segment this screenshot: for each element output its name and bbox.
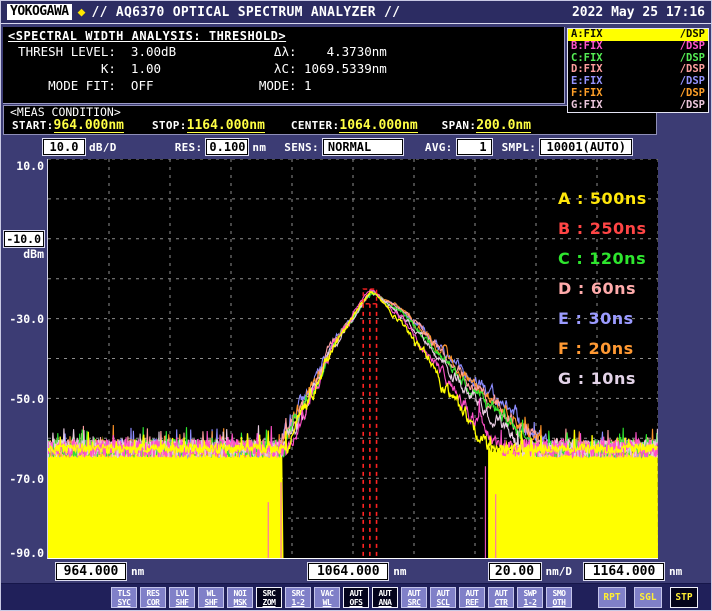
meas-condition-panel: <MEAS CONDITION> START: 964.000nm STOP: … [3, 105, 657, 135]
ref-level-box[interactable]: -10.0 [4, 231, 44, 247]
yokogawa-logo: YOKOGAWA [7, 4, 72, 20]
x-stop-value[interactable]: 1164.000 nm [584, 563, 682, 580]
center-wavelength[interactable]: CENTER: 1064.000nm [291, 119, 418, 133]
legend-item-c: C : 120ns [558, 249, 646, 268]
softkey-lvl-shf[interactable]: LVLSHF [169, 587, 195, 608]
softkey-aut-ctr[interactable]: AUTCTR [488, 587, 514, 608]
yokogawa-diamond-icon: ◆ [78, 6, 86, 19]
level-scale-setting[interactable]: 10.0 dB/D [43, 139, 117, 155]
start-wavelength[interactable]: START: 964.000nm [12, 119, 124, 133]
trace-status-table: A:FIX/DSPB:FIX/DSPC:FIX/DSPD:FIX/DSPE:FI… [567, 28, 709, 113]
softkey-aut-ofs[interactable]: AUTOFS [343, 587, 369, 608]
average-setting[interactable]: AVG: 1 [425, 139, 492, 155]
trace-row-g[interactable]: G:FIX/DSP [568, 100, 708, 112]
trace-dsp-mode: /DSP [680, 41, 705, 53]
softkey-toolbar: TLSSYCRESCORLVLSHFWLSHFNOIMSKSRCZOMSRC1-… [1, 583, 712, 610]
sampling-setting[interactable]: SMPL: 10001(AUTO) [502, 139, 633, 155]
y-axis-unit: dBm [1, 247, 44, 261]
trace-label: G:FIX [571, 100, 603, 112]
stop-wavelength[interactable]: STOP: 1164.000nm [152, 119, 265, 133]
sweep-sgl-button[interactable]: SGL [634, 587, 662, 608]
trace-dsp-mode: /DSP [680, 100, 705, 112]
legend-item-d: D : 60ns [558, 279, 636, 298]
softkey-src-zom[interactable]: SRCZOM [256, 587, 282, 608]
title-bar: YOKOGAWA ◆ // AQ6370 OPTICAL SPECTRUM AN… [1, 1, 711, 24]
trace-label: F:FIX [571, 88, 603, 100]
trace-dsp-mode: /DSP [680, 88, 705, 100]
y-axis-label: -90.0 [1, 546, 44, 560]
trace-row-b[interactable]: B:FIX/DSP [568, 41, 708, 53]
page-title: // AQ6370 OPTICAL SPECTRUM ANALYZER // [91, 5, 400, 20]
softkey-vac-wl[interactable]: VACWL [314, 587, 340, 608]
osa-screen: YOKOGAWA ◆ // AQ6370 OPTICAL SPECTRUM AN… [0, 0, 712, 611]
y-axis-label: 10.0 [1, 159, 44, 173]
y-axis-label: -50.0 [1, 392, 44, 406]
legend-item-b: B : 250ns [558, 219, 647, 238]
softkey-aut-ref[interactable]: AUTREF [459, 587, 485, 608]
x-center-value[interactable]: 1064.000 nm [308, 563, 406, 580]
display-settings-bar: 10.0 dB/D RES: 0.100 nm SENS: NORMAL AVG… [1, 135, 712, 159]
x-start-value[interactable]: 964.000 nm [56, 563, 144, 580]
softkey-aut-src[interactable]: AUTSRC [401, 587, 427, 608]
span-setting[interactable]: SPAN: 200.0nm [442, 119, 531, 133]
spectrum-graph-area: 10.0 -10.0 dBm -30.0 -50.0 -70.0 -90.0 R… [1, 159, 712, 559]
softkey-smo-oth[interactable]: SMOOTH [546, 587, 572, 608]
y-axis-label: -30.0 [1, 312, 44, 326]
x-scale-value[interactable]: 20.00 nm/D [489, 563, 573, 580]
legend-item-f: F : 20ns [558, 339, 634, 358]
analysis-row: THRESH LEVEL: 3.00dB Δλ: 4.3730nm [3, 43, 564, 60]
trace-row-f[interactable]: F:FIX/DSP [568, 88, 708, 100]
datetime-display: 2022 May 25 17:16 [572, 5, 705, 20]
legend-item-e: E : 30ns [558, 309, 634, 328]
y-axis-label: -70.0 [1, 472, 44, 486]
resolution-setting[interactable]: RES: 0.100 nm [175, 139, 267, 155]
spectral-width-analysis-panel: <SPECTRAL WIDTH ANALYSIS: THRESHOLD> THR… [3, 27, 565, 104]
analysis-row: K: 1.00 λC: 1069.5339nm [3, 60, 564, 77]
softkey-aut-ana[interactable]: AUTANA [372, 587, 398, 608]
softkey-tls-syc[interactable]: TLSSYC [111, 587, 137, 608]
softkey-res-cor[interactable]: RESCOR [140, 587, 166, 608]
legend-item-g: G : 10ns [558, 369, 636, 388]
analysis-title: <SPECTRAL WIDTH ANALYSIS: THRESHOLD> [8, 29, 564, 43]
sweep-stp-button[interactable]: STP [670, 587, 698, 608]
sweep-rpt-button[interactable]: RPT [598, 587, 626, 608]
legend-item-a: A : 500ns [558, 189, 647, 208]
x-axis-bar: 964.000 nm 1064.000 nm 20.00 nm/D 1164.0… [1, 559, 712, 583]
softkey-aut-scl[interactable]: AUTSCL [430, 587, 456, 608]
analysis-row: MODE FIT: OFF MODE: 1 [3, 77, 564, 94]
softkey-src-1-2[interactable]: SRC1-2 [285, 587, 311, 608]
trace-label: B:FIX [571, 41, 603, 53]
softkey-wl-shf[interactable]: WLSHF [198, 587, 224, 608]
softkey-swp-1-2[interactable]: SWP1-2 [517, 587, 543, 608]
sensitivity-setting[interactable]: SENS: NORMAL [284, 139, 403, 155]
softkey-noi-msk[interactable]: NOIMSK [227, 587, 253, 608]
